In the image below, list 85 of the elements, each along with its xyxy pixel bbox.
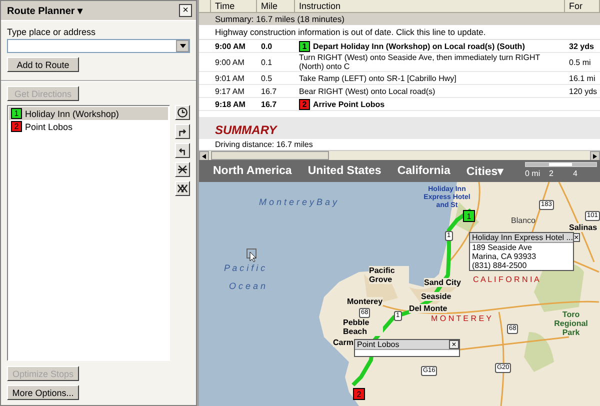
- map-label: C A L I F O R N I A: [473, 275, 540, 284]
- scroll-thumb[interactable]: [211, 151, 329, 160]
- map-label: Pacific Grove: [369, 266, 409, 284]
- stop-number: 2: [299, 98, 310, 110]
- caret-icon: [180, 44, 186, 48]
- horizontal-scrollbar[interactable]: [199, 150, 600, 160]
- map-label: Salinas: [569, 223, 598, 232]
- address-field[interactable]: [7, 39, 190, 53]
- popup-line: Marina, CA 93933: [471, 252, 538, 261]
- close-button[interactable]: ×: [449, 340, 459, 349]
- scale-label: 2: [549, 169, 554, 178]
- time-button[interactable]: [175, 105, 190, 120]
- map-label: Carm: [333, 338, 354, 347]
- map-label: Monterey: [347, 297, 383, 306]
- close-button[interactable]: ×: [572, 233, 580, 242]
- stop-number: 2: [11, 121, 22, 132]
- scale-label: 4: [573, 169, 578, 178]
- map-label: Pebble Beach: [343, 318, 383, 336]
- instruction-cell: Take Ramp (LEFT) onto SR-1 [Cabrillo Hwy]: [299, 74, 456, 82]
- stop-name: Point Lobos: [25, 122, 73, 132]
- stop-number: 1: [11, 108, 22, 119]
- popup-line: 189 Seaside Ave: [471, 243, 533, 252]
- stop-name: Holiday Inn (Workshop): [25, 108, 119, 118]
- stop-item[interactable]: 1 Holiday Inn (Workshop): [9, 107, 168, 120]
- distance-cell-text: 0.5 mi: [568, 58, 592, 66]
- time-cell-text: 9:18 AM: [214, 100, 246, 108]
- scale-label: 0 mi: [525, 169, 540, 178]
- time-cell-text: 9:17 AM: [214, 86, 246, 96]
- mile-cell-text: 16.7: [260, 100, 278, 108]
- column-header[interactable]: Instruction: [295, 0, 565, 12]
- remove-all-button[interactable]: [175, 181, 190, 196]
- scale-bar: [525, 162, 597, 167]
- instruction-cell: Depart Holiday Inn (Workshop) on Local road(s) (South): [313, 42, 525, 50]
- left-arrow-icon: [202, 154, 206, 158]
- map-label: M o n t e r e y B a y: [259, 197, 338, 207]
- distance-cell-text: 120 yds: [568, 86, 598, 96]
- stop-number: 1: [299, 40, 310, 52]
- instruction-cell: Bear RIGHT (West) onto Local road(s): [299, 86, 436, 96]
- map-label: O c e a n: [229, 281, 266, 291]
- distance-cell-text: 16.1 mi: [568, 74, 596, 82]
- mile-cell-text: 16.7: [260, 86, 278, 96]
- stop-marker[interactable]: 1: [463, 210, 475, 222]
- mile-cell-text: 0.0: [260, 42, 274, 50]
- field-label: Type place or address: [7, 27, 97, 37]
- mile-cell-text: 0.1: [260, 58, 274, 66]
- map-label: Blanco: [511, 216, 536, 225]
- map-label: Seaside: [421, 292, 452, 301]
- summary-heading: SUMMARY: [215, 123, 278, 137]
- delete-all-icon: [177, 183, 188, 194]
- breadcrumb-link[interactable]: Cities▾: [466, 164, 504, 178]
- popup-line: (831) 884-2500: [471, 261, 528, 270]
- time-cell-text: 9:00 AM: [214, 42, 246, 50]
- remove-button[interactable]: [175, 162, 190, 177]
- breadcrumb-link[interactable]: North America: [213, 165, 292, 177]
- dropdown-button[interactable]: [176, 40, 189, 52]
- popup-title: Point Lobos: [356, 340, 400, 349]
- add-to-route-button[interactable]: Add to Route: [7, 57, 79, 72]
- distance-cell-text: 32 yds: [568, 42, 595, 50]
- instruction-cell-text: Turn RIGHT (West) onto Seaside Ave, then immediately turn RIGHT (North) onto C: [299, 53, 541, 71]
- popup-title: Holiday Inn Express Hotel ...: [471, 233, 573, 242]
- delete-icon: [177, 164, 188, 175]
- breadcrumb-link[interactable]: United States: [308, 165, 382, 177]
- breadcrumb-link[interactable]: California: [397, 165, 450, 177]
- mile-cell-text: 0.5: [260, 74, 274, 82]
- time-cell-text: 9:00 AM: [214, 58, 246, 66]
- column-header[interactable]: Time: [211, 0, 257, 12]
- scroll-right-button[interactable]: [590, 151, 600, 160]
- map-label: M O N T E R E Y: [431, 314, 492, 323]
- driving-distance: Driving distance: 16.7 miles: [199, 139, 600, 150]
- map-label: Del Monte: [409, 304, 448, 313]
- clock-icon: [177, 107, 188, 118]
- instruction-cell: Arrive Point Lobos: [313, 100, 385, 108]
- stop-item[interactable]: 2 Point Lobos: [9, 120, 168, 133]
- route-planner-menu[interactable]: Route Planner ▾: [7, 4, 83, 16]
- column-header[interactable]: Mile: [257, 0, 295, 12]
- stop-marker[interactable]: 2: [353, 388, 365, 400]
- scroll-left-button[interactable]: [199, 151, 209, 160]
- more-options-button[interactable]: More Options...: [7, 385, 79, 400]
- right-arrow-icon: [593, 154, 597, 158]
- map-label: Toro Regional Park: [553, 310, 589, 337]
- map-label: P a c i f i c: [224, 263, 266, 273]
- column-header[interactable]: For: [565, 0, 600, 12]
- map-label: Sand City: [424, 278, 461, 287]
- time-cell-text: 9:01 AM: [214, 74, 246, 82]
- close-button[interactable]: ×: [179, 4, 192, 17]
